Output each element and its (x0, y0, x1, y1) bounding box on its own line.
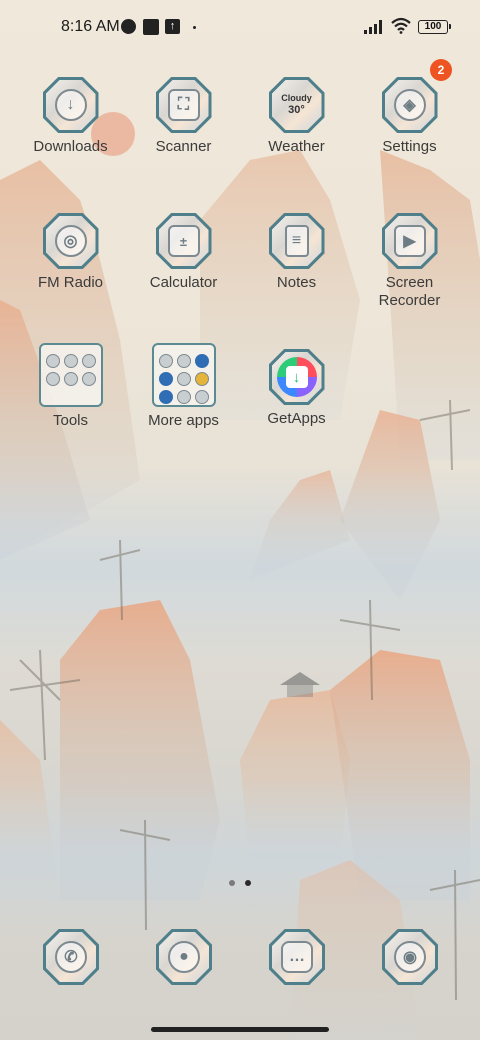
app-screen-recorder[interactable]: ▶ Screen Recorder (353, 213, 466, 310)
signal-icon (364, 20, 382, 34)
app-settings[interactable]: ◈ Settings (353, 77, 466, 156)
settings-badge: 2 (430, 59, 452, 81)
app-label: Calculator (149, 274, 218, 291)
weather-condition: Cloudy (281, 93, 312, 103)
dot-icon (193, 26, 196, 29)
app-label: GetApps (267, 410, 326, 427)
dock-camera[interactable]: ◉ (382, 929, 438, 985)
page-dot-2[interactable] (245, 880, 251, 886)
contacts-icon: ● (156, 929, 212, 985)
app-fm-radio[interactable]: ◎ FM Radio (14, 213, 127, 292)
app-calculator[interactable]: ± Calculator (127, 213, 240, 292)
folder-more-apps[interactable]: More apps (127, 343, 240, 430)
dock-contacts[interactable]: ● (156, 929, 212, 985)
radio-icon: ◎ (42, 213, 99, 269)
page-dot-1[interactable] (229, 880, 235, 886)
app-weather[interactable]: Cloudy 30° Weather (240, 77, 353, 156)
app-label: Scanner (155, 138, 212, 155)
wallpaper (0, 0, 480, 1040)
upload-box-icon: ↑ (165, 19, 180, 34)
app-label: Downloads (33, 138, 108, 155)
app-notes[interactable]: ≡ Notes (240, 213, 353, 292)
messages-icon: … (269, 929, 325, 985)
phone-icon: ✆ (43, 929, 99, 985)
folder-icon (151, 343, 216, 407)
app-scanner[interactable]: ⛶ Scanner (127, 77, 240, 156)
moon-pie-icon (121, 19, 136, 34)
camera-icon: ◉ (382, 929, 438, 985)
wifi-icon (391, 17, 411, 34)
getapps-icon: ↓ (268, 349, 325, 405)
app-label: Notes (276, 274, 317, 291)
status-bar: 8:16 AM ↑ 100 (0, 0, 480, 56)
app-label: Screen Recorder (378, 274, 441, 309)
weather-icon: Cloudy 30° (268, 77, 325, 133)
app-label: More apps (148, 412, 219, 429)
video-camera-icon: ▶ (381, 213, 438, 269)
app-label: Weather (268, 138, 325, 155)
folder-icon (38, 343, 103, 407)
app-label: FM Radio (37, 274, 104, 291)
battery-indicator: 100 (418, 20, 451, 34)
download-icon: ↓ (42, 77, 99, 133)
app-downloads[interactable]: ↓ Downloads (14, 77, 127, 156)
notes-icon: ≡ (268, 213, 325, 269)
calculator-icon: ± (155, 213, 212, 269)
weather-temperature: 30° (288, 103, 305, 116)
app-label: Tools (52, 412, 89, 429)
status-time: 8:16 AM (61, 18, 120, 35)
app-label: Settings (382, 138, 437, 155)
dock-messages[interactable]: … (269, 929, 325, 985)
scanner-icon: ⛶ (155, 77, 212, 133)
square-icon (143, 19, 159, 35)
home-indicator[interactable] (151, 1027, 329, 1032)
settings-icon: ◈ (381, 77, 438, 133)
folder-tools[interactable]: Tools (14, 343, 127, 430)
dock-phone[interactable]: ✆ (43, 929, 99, 985)
app-getapps[interactable]: ↓ GetApps (240, 349, 353, 428)
